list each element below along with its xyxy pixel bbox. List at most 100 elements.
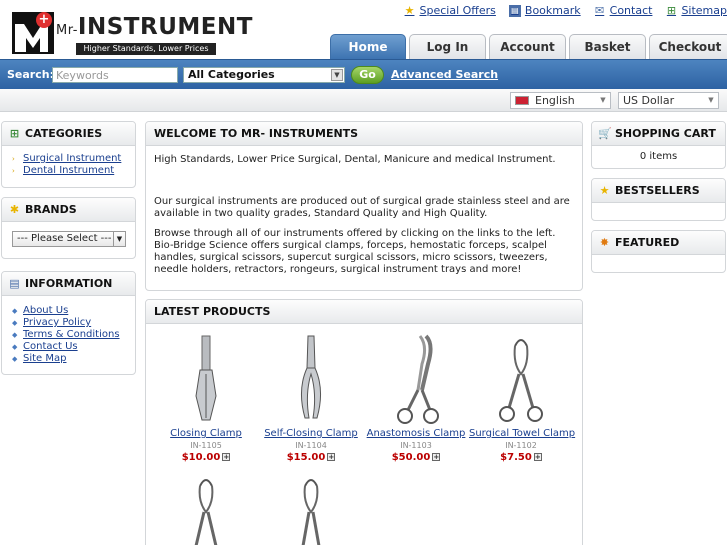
shopping-cart-header: 🛒 SHOPPING CART (592, 122, 725, 146)
categories-header: ⊞ CATEGORIES (2, 122, 135, 146)
product-price: $50.00 + (391, 452, 441, 463)
language-select[interactable]: English ▼ (510, 92, 611, 109)
tab-log-in[interactable]: Log In (409, 34, 486, 59)
categories-list: › Surgical Instrument › Dental Instrument (2, 146, 135, 183)
brands-icon: ✱ (9, 203, 20, 216)
star-icon: ★ (599, 184, 610, 197)
product-name-link[interactable]: Self-Closing Clamp (259, 428, 363, 440)
product-model: IN-1105 (190, 441, 222, 450)
tab-checkout[interactable]: Checkout (649, 34, 727, 59)
locale-bar: English ▼ US Dollar ▼ (0, 89, 727, 112)
bookmark-icon: ▤ (508, 4, 521, 17)
product-image[interactable] (154, 476, 258, 545)
bullet-icon: ◆ (12, 343, 18, 351)
cart-contents: 0 items (639, 151, 678, 162)
main-nav-tabs: Home Log In Account Basket Checkout (330, 34, 727, 59)
logo-text: Mr-INSTRUMENT (56, 14, 253, 40)
top-links: ★ Special Offers ▤ Bookmark ✉ Contact ⊞ Site… (404, 4, 727, 17)
category-select[interactable]: All Categories ▼ (183, 67, 345, 83)
search-input[interactable] (52, 67, 178, 83)
list-item: ◆ Site Map (12, 353, 125, 365)
categories-icon: ⊞ (9, 127, 20, 140)
about-us-link[interactable]: About Us (23, 305, 68, 317)
product-card: Anastomosis Clamp IN-1103 $50.00 + (364, 334, 468, 465)
product-price: $10.00 + (181, 452, 231, 463)
product-image[interactable] (364, 334, 468, 426)
tab-basket[interactable]: Basket (569, 34, 646, 59)
chevron-down-icon: ▼ (113, 232, 125, 246)
welcome-paragraph: Our surgical instruments are produced ou… (154, 196, 570, 219)
search-label: Search: (7, 68, 54, 81)
add-to-cart-icon[interactable]: + (327, 453, 336, 461)
product-card: Surgical Towel Clamp IN-1102 $7.50 + (469, 334, 575, 465)
add-to-cart-icon[interactable]: + (432, 453, 441, 461)
welcome-header: WELCOME TO MR- INSTRUMENTS (146, 122, 582, 146)
add-to-cart-icon[interactable]: + (222, 453, 231, 461)
welcome-body: High Standards, Lower Price Surgical, De… (146, 146, 582, 290)
categories-box: ⊞ CATEGORIES › Surgical Instrument › Dental… (1, 121, 136, 188)
product-name-link[interactable]: Anastomosis Clamp (364, 428, 468, 440)
site-map-link[interactable]: Site Map (23, 353, 66, 365)
language-value: English (535, 94, 575, 107)
privacy-policy-link[interactable]: Privacy Policy (23, 317, 91, 329)
bullet-icon: ◆ (12, 319, 18, 327)
list-item: ◆ Privacy Policy (12, 317, 125, 329)
product-image[interactable] (154, 334, 258, 426)
list-item: ◆ About Us (12, 305, 125, 317)
chevron-down-icon: ▼ (708, 96, 714, 104)
brand-select[interactable]: --- Please Select --- ▼ (12, 231, 126, 247)
product-name-link[interactable]: Surgical Towel Clamp (469, 428, 575, 440)
product-price: $15.00 + (286, 452, 336, 463)
star-icon: ★ (404, 3, 415, 17)
category-link-dental[interactable]: Dental Instrument (23, 165, 114, 177)
bullet-icon: ◆ (12, 307, 18, 315)
information-header: ▤ INFORMATION (2, 272, 135, 296)
contact-us-link[interactable]: Contact Us (23, 341, 78, 353)
product-card: Self-Closing Clamp IN-1104 $15.00 + (259, 334, 363, 465)
search-bar: Search: All Categories ▼ Go Advanced Sea… (0, 59, 727, 89)
list-item: ◆ Contact Us (12, 341, 125, 353)
logo-tagline: Higher Standards, Lower Prices (76, 43, 216, 55)
bullet-icon: › (12, 155, 15, 163)
product-model: IN-1103 (400, 441, 432, 450)
go-button[interactable]: Go (351, 66, 384, 84)
special-offers-link[interactable]: ★ Special Offers (404, 4, 496, 17)
currency-value: US Dollar (623, 94, 675, 107)
shopping-cart-box: 🛒 SHOPPING CART 0 items (591, 121, 726, 169)
product-card (154, 476, 258, 545)
bookmark-link[interactable]: ▤ Bookmark (508, 4, 581, 17)
bestsellers-box: ★ BESTSELLERS (591, 178, 726, 221)
welcome-paragraph: High Standards, Lower Price Surgical, De… (154, 154, 556, 165)
advanced-search-link[interactable]: Advanced Search (391, 68, 498, 81)
bullet-icon: ◆ (12, 331, 18, 339)
brands-header: ✱ BRANDS (2, 198, 135, 222)
tab-home[interactable]: Home (330, 34, 406, 59)
product-image[interactable] (469, 334, 573, 426)
welcome-box: WELCOME TO MR- INSTRUMENTS High Standard… (145, 121, 583, 291)
add-to-cart-icon[interactable]: + (533, 453, 542, 461)
contact-link[interactable]: ✉ Contact (594, 3, 652, 17)
information-box: ▤ INFORMATION ◆ About Us ◆ Privacy Policy ◆… (1, 271, 136, 375)
product-image[interactable] (259, 334, 363, 426)
bullet-icon: › (12, 167, 15, 175)
list-item: › Dental Instrument (12, 165, 125, 177)
tab-account[interactable]: Account (489, 34, 566, 59)
uk-flag-icon (515, 96, 529, 105)
terms-link[interactable]: Terms & Conditions (23, 329, 120, 341)
information-list: ◆ About Us ◆ Privacy Policy ◆ Terms & Condi… (2, 296, 135, 371)
sitemap-link[interactable]: ⊞ Sitemap (665, 4, 727, 17)
chevron-down-icon: ▼ (600, 96, 606, 104)
logo-plus-icon: + (36, 12, 52, 28)
product-name-link[interactable]: Closing Clamp (154, 428, 258, 440)
information-icon: ▤ (9, 277, 20, 290)
envelope-icon: ✉ (595, 3, 605, 17)
product-image[interactable] (259, 476, 363, 545)
bullet-icon: ◆ (12, 355, 18, 363)
site-logo[interactable]: + Mr-INSTRUMENT Higher Standards, Lower … (12, 12, 252, 56)
list-item: ◆ Terms & Conditions (12, 329, 125, 341)
product-price: $7.50 + (500, 452, 542, 463)
bestsellers-header: ★ BESTSELLERS (592, 179, 725, 203)
currency-select[interactable]: US Dollar ▼ (618, 92, 719, 109)
product-card: Closing Clamp IN-1105 $10.00 + (154, 334, 258, 465)
category-link-surgical[interactable]: Surgical Instrument (23, 153, 121, 165)
